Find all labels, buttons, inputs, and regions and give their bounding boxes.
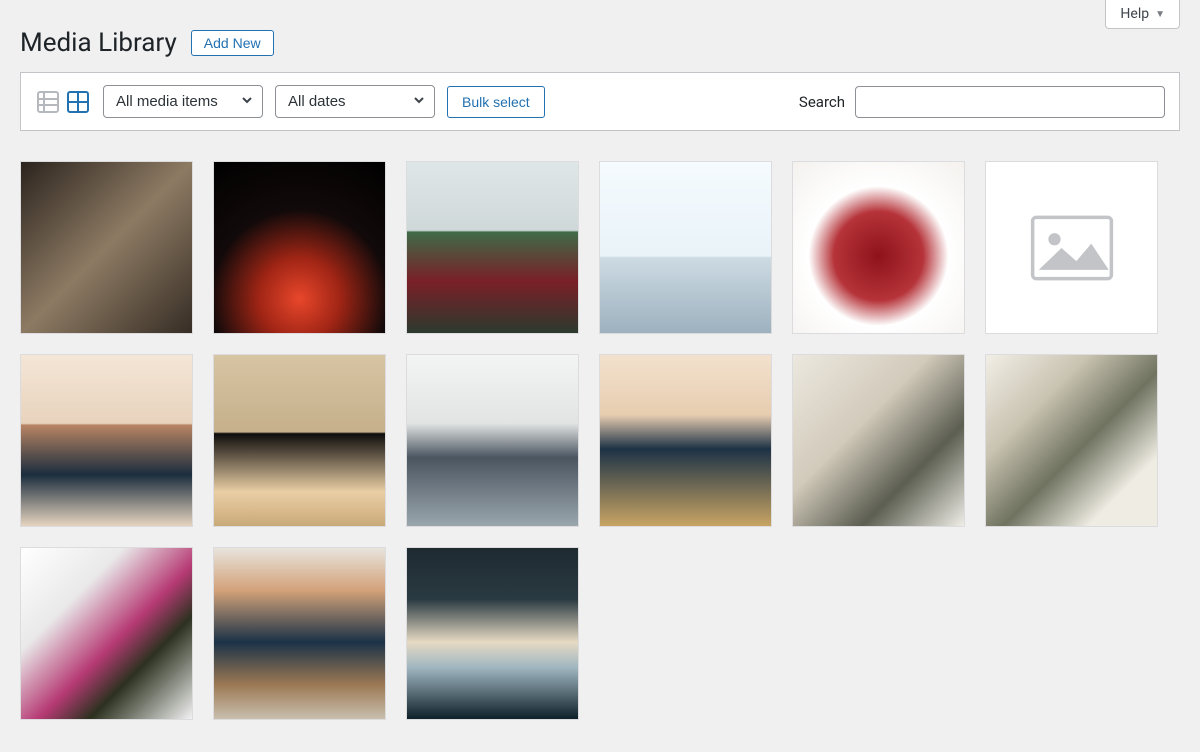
media-type-filter-wrap: All media items: [103, 85, 263, 118]
media-thumbnail[interactable]: [406, 547, 579, 720]
chevron-down-icon: ▼: [1155, 9, 1165, 20]
media-thumbnail[interactable]: [213, 354, 386, 527]
media-thumbnail[interactable]: [406, 161, 579, 334]
page-header: Media Library Add New: [0, 0, 1200, 72]
media-type-filter[interactable]: All media items: [103, 85, 263, 118]
image-placeholder-icon: [1027, 213, 1117, 283]
media-gallery: [0, 131, 1200, 740]
media-thumbnail[interactable]: [20, 161, 193, 334]
grid-view-button[interactable]: [65, 89, 91, 115]
view-switch: [35, 89, 91, 115]
search-wrap: Search: [799, 86, 1165, 118]
search-input[interactable]: [855, 86, 1165, 118]
media-toolbar: All media items All dates Bulk select Se…: [20, 72, 1180, 131]
media-thumbnail[interactable]: [20, 547, 193, 720]
list-view-button[interactable]: [35, 89, 61, 115]
grid-view-icon: [67, 91, 89, 113]
help-tab-container: Help ▼: [1105, 0, 1180, 29]
list-view-icon: [37, 91, 59, 113]
media-thumbnail[interactable]: [792, 161, 965, 334]
media-thumbnail[interactable]: [20, 354, 193, 527]
date-filter[interactable]: All dates: [275, 85, 435, 118]
search-label: Search: [799, 93, 845, 111]
media-thumbnail[interactable]: [599, 161, 772, 334]
media-thumbnail[interactable]: [792, 354, 965, 527]
media-thumbnail[interactable]: [985, 354, 1158, 527]
date-filter-wrap: All dates: [275, 85, 435, 118]
page-title: Media Library: [20, 28, 177, 58]
help-tab[interactable]: Help ▼: [1105, 0, 1180, 29]
help-label: Help: [1120, 6, 1149, 22]
bulk-select-button[interactable]: Bulk select: [447, 86, 545, 118]
media-thumbnail[interactable]: [599, 354, 772, 527]
media-thumbnail[interactable]: [406, 354, 579, 527]
media-thumbnail[interactable]: [985, 161, 1158, 334]
media-thumbnail[interactable]: [213, 547, 386, 720]
media-thumbnail[interactable]: [213, 161, 386, 334]
add-new-button[interactable]: Add New: [191, 30, 274, 56]
